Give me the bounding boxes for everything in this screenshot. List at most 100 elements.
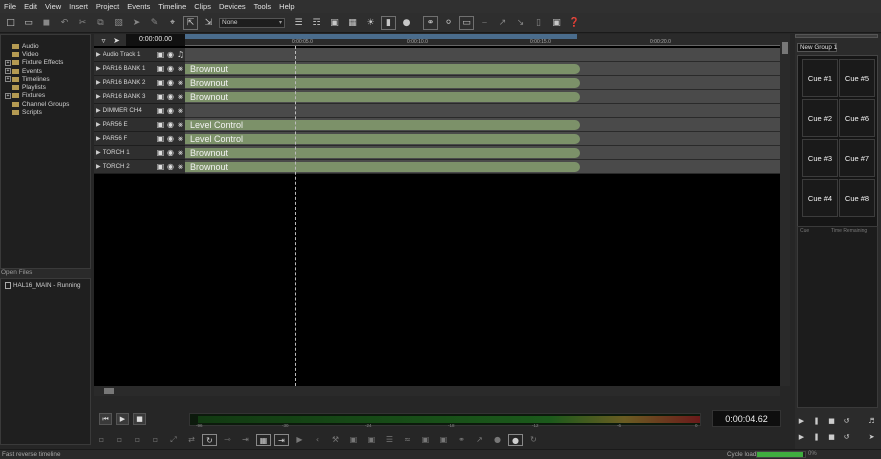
rewind-button[interactable]: ⏮: [99, 413, 112, 425]
menu-timeline[interactable]: Timeline: [158, 2, 186, 11]
monitor-icon[interactable]: ▣: [327, 16, 342, 30]
menu-events[interactable]: Events: [127, 2, 150, 11]
track-header[interactable]: ▶ PAR56 E ▣ ◉ ⨳: [94, 118, 185, 132]
track-header[interactable]: ▶ TORCH 2 ▣ ◉ ⨳: [94, 160, 185, 174]
pin-icon[interactable]: ➤: [867, 433, 876, 442]
lock-icon[interactable]: ▣: [156, 134, 165, 143]
lock-icon[interactable]: ▣: [156, 120, 165, 129]
track-header[interactable]: ▶ DIMMER CH4 ▣ ◉ ⨳: [94, 104, 185, 118]
speaker-icon[interactable]: ♬: [867, 417, 876, 426]
loop-region[interactable]: [185, 34, 577, 39]
track-lane[interactable]: Brownout: [185, 160, 780, 174]
expand-track-icon[interactable]: ▶: [96, 163, 101, 170]
pin-icon[interactable]: ⨳: [176, 120, 185, 129]
timeline-clip[interactable]: Brownout: [185, 64, 580, 74]
tree-item[interactable]: + Events: [1, 67, 90, 75]
track-header[interactable]: ▶ TORCH 1 ▣ ◉ ⨳: [94, 146, 185, 160]
pin-icon[interactable]: ⨳: [176, 92, 185, 101]
scroll-thumb[interactable]: [104, 388, 114, 394]
tree-item[interactable]: Video: [1, 50, 90, 58]
light-icon[interactable]: ☀: [363, 16, 378, 30]
snap-icon[interactable]: ⌖: [165, 16, 180, 30]
tree-item[interactable]: Playlists: [1, 83, 90, 91]
record-icon[interactable]: ●: [490, 434, 505, 446]
vertical-scrollbar[interactable]: [780, 34, 790, 386]
cue-play-icon[interactable]: ▶: [797, 417, 806, 426]
loop-icon[interactable]: ↻: [202, 433, 217, 446]
cue-button[interactable]: Cue #5: [839, 59, 875, 97]
palette-icon[interactable]: ●: [399, 16, 414, 30]
track-header[interactable]: ▶ PAR16 BANK 2 ▣ ◉ ⨳: [94, 76, 185, 90]
open-file-item[interactable]: HAL16_MAIN - Running: [5, 282, 90, 289]
cue-list[interactable]: Cue Time Remaining: [797, 226, 878, 408]
expand-icon[interactable]: +: [5, 68, 11, 75]
timeline-clip[interactable]: Brownout: [185, 92, 580, 102]
cue-play-icon[interactable]: ▶: [797, 433, 806, 442]
snap-grid-icon[interactable]: ▦: [256, 433, 271, 446]
help-icon[interactable]: ❓: [567, 16, 582, 30]
lock-toolbar-icon[interactable]: ▣: [549, 16, 564, 30]
expand-track-icon[interactable]: ▶: [96, 51, 101, 58]
speaker-icon[interactable]: ♫: [176, 50, 185, 59]
mute-icon[interactable]: ◉: [166, 148, 175, 157]
tree-item[interactable]: + Fixtures: [1, 92, 90, 100]
grid-icon[interactable]: ▦: [345, 16, 360, 30]
menu-tools[interactable]: Tools: [254, 2, 272, 11]
playhead[interactable]: [295, 46, 296, 386]
tool-icon[interactable]: ▫: [130, 434, 145, 446]
cue-group-tab[interactable]: New Group 1: [797, 43, 837, 52]
mute-icon[interactable]: ◉: [166, 106, 175, 115]
expand-track-icon[interactable]: ▶: [96, 121, 101, 128]
pin-icon[interactable]: ⨳: [176, 134, 185, 143]
mixer-icon[interactable]: ☶: [309, 16, 324, 30]
cue-button[interactable]: Cue #8: [839, 179, 875, 217]
pin-icon[interactable]: ⨳: [176, 106, 185, 115]
tool-icon[interactable]: ▫: [112, 434, 127, 446]
cut-icon[interactable]: ✂: [75, 16, 90, 30]
list-view-icon[interactable]: ☰: [291, 16, 306, 30]
timeline-clip[interactable]: Level Control: [185, 120, 580, 130]
pin-icon[interactable]: ⨳: [176, 64, 185, 73]
track-lane[interactable]: Brownout: [185, 146, 780, 160]
lock-icon[interactable]: ▣: [418, 434, 433, 446]
expand-icon[interactable]: +: [5, 59, 11, 66]
tool-icon[interactable]: ▫: [148, 434, 163, 446]
menu-devices[interactable]: Devices: [219, 2, 246, 11]
display-icon[interactable]: ▭: [459, 15, 474, 30]
paste-icon[interactable]: ▧: [111, 16, 126, 30]
pin-icon[interactable]: ⨳: [176, 148, 185, 157]
tool-icon[interactable]: ‹: [310, 434, 325, 446]
tool-c-icon[interactable]: ↘: [513, 16, 528, 30]
unlink-icon[interactable]: ⚪: [441, 16, 456, 30]
menu-project[interactable]: Project: [96, 2, 119, 11]
track-header[interactable]: ▶ PAR56 F ▣ ◉ ⨳: [94, 132, 185, 146]
new-file-icon[interactable]: □: [3, 16, 18, 30]
screenshot-icon[interactable]: ▣: [364, 434, 379, 446]
save-icon[interactable]: ◼: [39, 16, 54, 30]
expand-track-icon[interactable]: ▶: [96, 93, 101, 100]
track-header[interactable]: ▶ Audio Track 1 ▣ ◉ ♫: [94, 48, 185, 62]
expand-track-icon[interactable]: ▶: [96, 107, 101, 114]
jump-icon[interactable]: ⇥: [238, 434, 253, 446]
track-lane[interactable]: Level Control: [185, 132, 780, 146]
cue-button[interactable]: Cue #2: [802, 99, 838, 137]
track-lane[interactable]: [185, 104, 780, 118]
cue-button[interactable]: Cue #3: [802, 139, 838, 177]
tree-item[interactable]: Audio: [1, 42, 90, 50]
cue-button[interactable]: Cue #6: [839, 99, 875, 137]
tree-item[interactable]: Channel Groups: [1, 100, 90, 108]
mode-dropdown[interactable]: None: [219, 17, 285, 28]
unlock-icon[interactable]: ▣: [436, 434, 451, 446]
cue-pause-icon[interactable]: ❚: [812, 433, 821, 442]
tool-icon[interactable]: ▫: [94, 434, 109, 446]
mute-icon[interactable]: ◉: [166, 64, 175, 73]
tree-item[interactable]: + Timelines: [1, 75, 90, 83]
track-header[interactable]: ▶ PAR16 BANK 3 ▣ ◉ ⨳: [94, 90, 185, 104]
hammer-icon[interactable]: ⚒: [328, 434, 343, 446]
cue-loop-icon[interactable]: ↺: [842, 433, 851, 442]
tool-icon[interactable]: ☰: [382, 434, 397, 446]
cue-button[interactable]: Cue #7: [839, 139, 875, 177]
timeline-ruler[interactable]: 0:00:05.0 0:00:10.0 0:00:15.0 0:00:20.0: [185, 34, 780, 46]
lock-icon[interactable]: ▣: [156, 162, 165, 171]
move-tool-icon[interactable]: ⇲: [201, 16, 216, 30]
